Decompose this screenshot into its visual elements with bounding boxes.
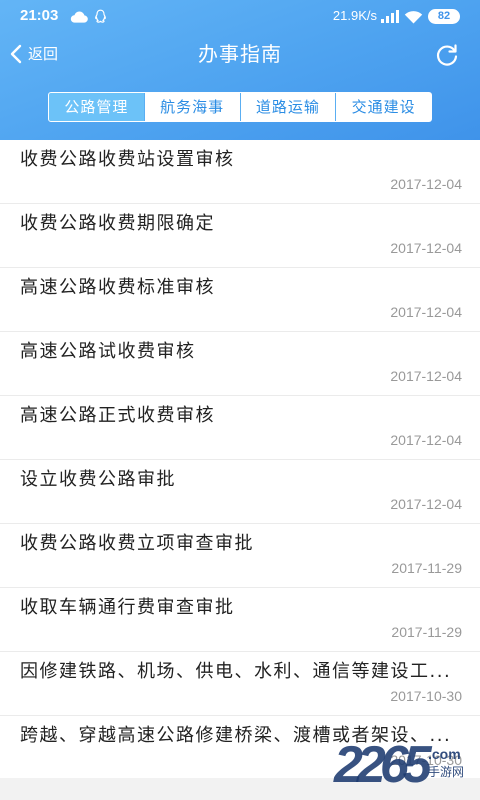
item-date: 2017-11-29 [391, 560, 462, 576]
list-item[interactable]: 跨越、穿越高速公路修建桥梁、渡槽或者架设、... 2017-10-30 [0, 716, 480, 780]
item-title: 高速公路正式收费审核 [20, 405, 215, 426]
list-item[interactable]: 高速公路正式收费审核 2017-12-04 [0, 396, 480, 460]
item-date: 2017-12-04 [390, 240, 462, 256]
signal-icon [381, 10, 399, 23]
net-speed: 21.9K/s [332, 8, 377, 23]
tab-highway-management[interactable]: 公路管理 [49, 93, 144, 121]
list-item[interactable]: 设立收费公路审批 2017-12-04 [0, 460, 480, 524]
status-bar: 21:03 21.9K/s 82 [0, 0, 480, 32]
item-date: 2017-12-04 [390, 496, 462, 512]
item-title: 跨越、穿越高速公路修建桥梁、渡槽或者架设、... [20, 725, 452, 746]
item-date: 2017-12-04 [390, 304, 462, 320]
header: 21:03 21.9K/s 82 返回 办事指南 公路管理 航务海事 道路运输 … [0, 0, 480, 140]
refresh-icon [437, 44, 458, 66]
battery-level: 82 [437, 10, 451, 22]
list-item[interactable]: 收费公路收费期限确定 2017-12-04 [0, 204, 480, 268]
item-title: 高速公路收费标准审核 [20, 277, 215, 298]
chevron-left-icon [10, 44, 22, 64]
tab-label: 航务海事 [160, 98, 225, 116]
list-item[interactable]: 因修建铁路、机场、供电、水利、通信等建设工... 2017-10-30 [0, 652, 480, 716]
item-title: 收费公路收费站设置审核 [20, 149, 235, 170]
wifi-icon [404, 10, 423, 24]
tab-transport-construction[interactable]: 交通建设 [335, 93, 431, 121]
list-item[interactable]: 收费公路收费站设置审核 2017-12-04 [0, 140, 480, 204]
list-item[interactable]: 高速公路试收费审核 2017-12-04 [0, 332, 480, 396]
page-title: 办事指南 [198, 42, 282, 66]
tab-road-transport[interactable]: 道路运输 [239, 93, 336, 121]
item-title: 收取车辆通行费审查审批 [20, 597, 235, 618]
back-label: 返回 [28, 45, 59, 63]
item-title: 收费公路收费期限确定 [20, 213, 215, 234]
status-time: 21:03 [20, 7, 59, 24]
list-item[interactable]: 高速公路收费标准审核 2017-12-04 [0, 268, 480, 332]
qq-icon [94, 9, 107, 24]
item-title: 因修建铁路、机场、供电、水利、通信等建设工... [20, 661, 452, 682]
item-title: 高速公路试收费审核 [20, 341, 196, 362]
item-date: 2017-12-04 [390, 432, 462, 448]
back-button[interactable]: 返回 [10, 40, 58, 68]
battery-icon: 82 [428, 9, 460, 24]
item-title: 设立收费公路审批 [20, 469, 176, 490]
tab-label: 交通建设 [351, 98, 416, 116]
guide-list: 收费公路收费站设置审核 2017-12-04 收费公路收费期限确定 2017-1… [0, 140, 480, 780]
list-item[interactable]: 收取车辆通行费审查审批 2017-11-29 [0, 588, 480, 652]
screen: 21:03 21.9K/s 82 返回 办事指南 公路管理 航务海事 道路运输 … [0, 0, 480, 800]
list-item[interactable]: 收费公路收费立项审查审批 2017-11-29 [0, 524, 480, 588]
item-title: 收费公路收费立项审查审批 [20, 533, 254, 554]
cloud-icon [70, 10, 89, 23]
item-date: 2017-10-30 [390, 688, 462, 704]
bottom-strip [0, 778, 480, 800]
item-date: 2017-11-29 [391, 624, 462, 640]
tab-label: 公路管理 [64, 98, 129, 116]
tab-label: 道路运输 [255, 98, 320, 116]
item-date: 2017-12-04 [390, 176, 462, 192]
refresh-button[interactable] [434, 42, 460, 68]
item-date: 2017-12-04 [390, 368, 462, 384]
tab-shipping-maritime[interactable]: 航务海事 [143, 93, 240, 121]
item-date: 2017-10-30 [390, 752, 462, 768]
tab-bar: 公路管理 航务海事 道路运输 交通建设 [48, 92, 432, 122]
